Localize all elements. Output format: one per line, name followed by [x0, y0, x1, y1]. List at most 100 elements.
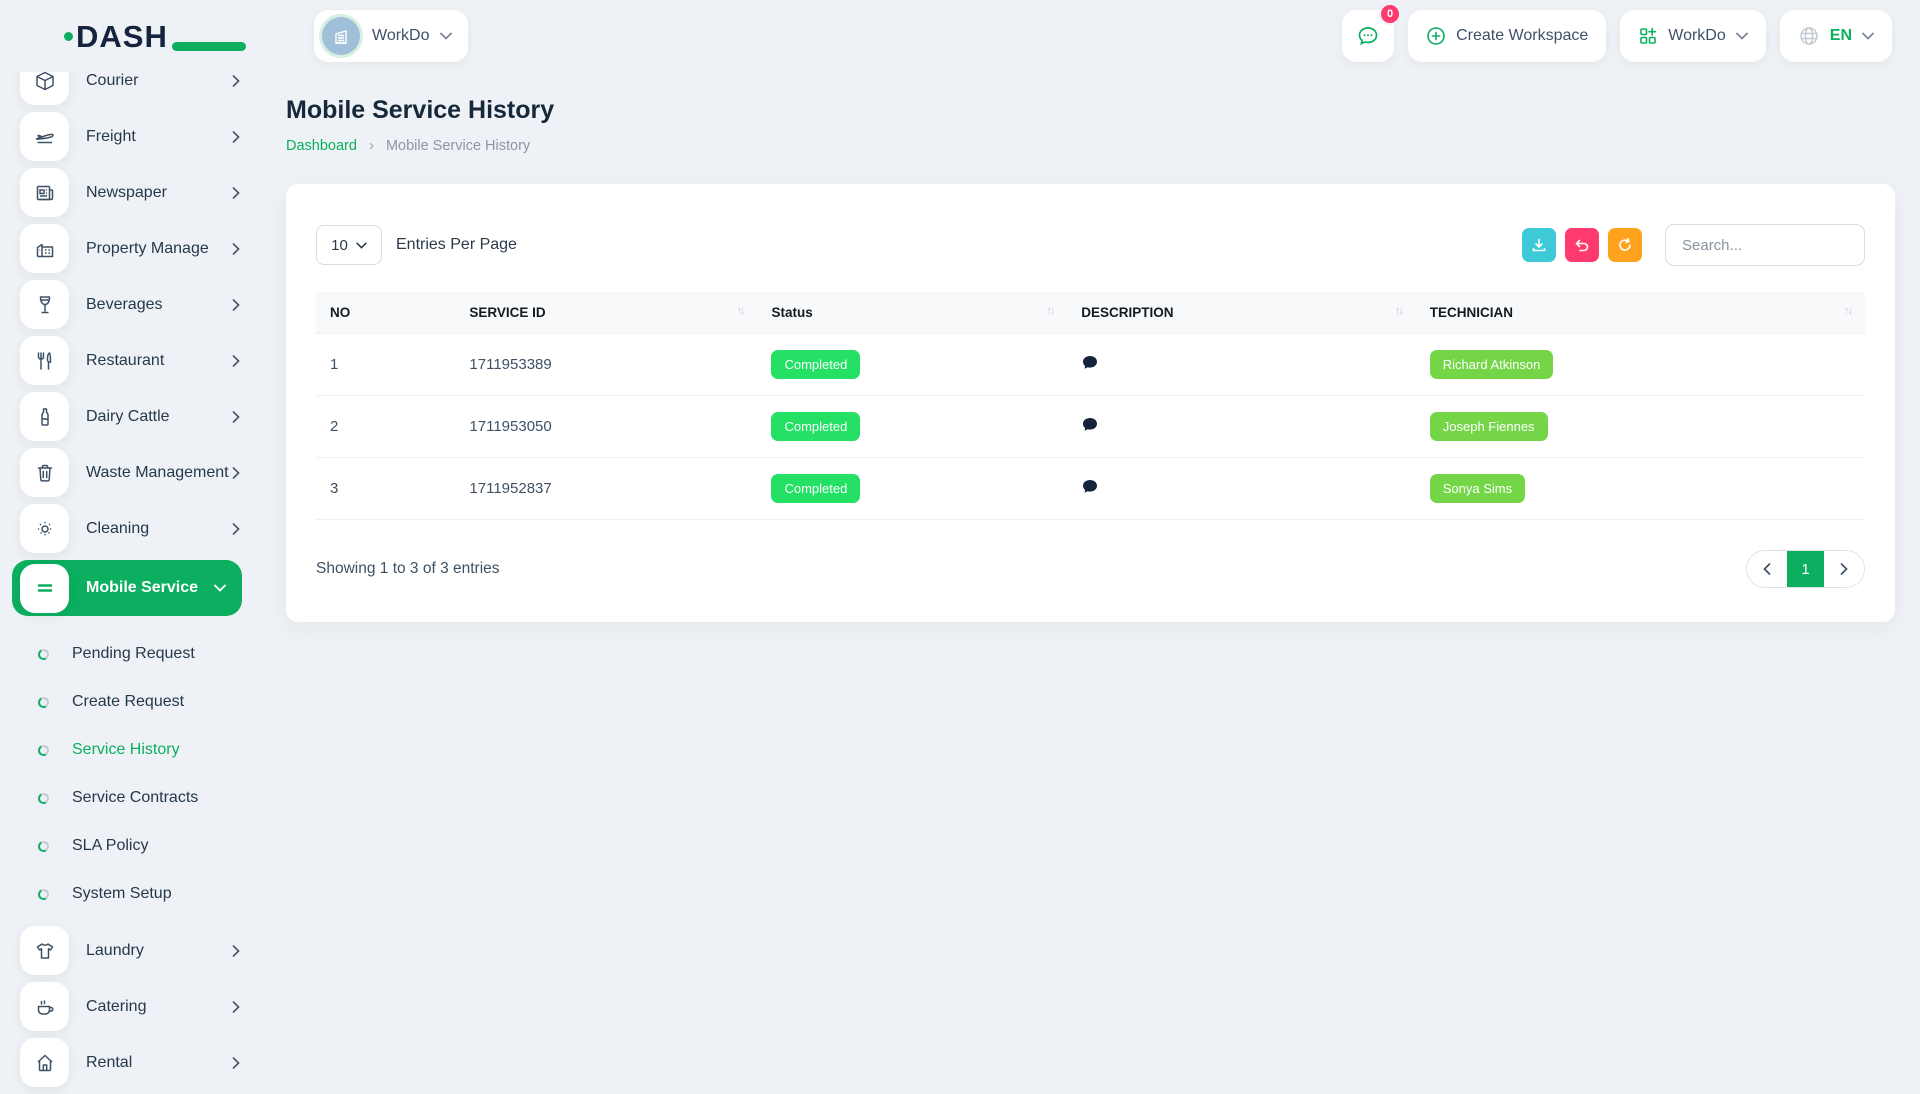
cell-no: 1 [316, 334, 455, 396]
plane-icon [20, 112, 69, 161]
column-header-service-id[interactable]: ↑↓SERVICE ID [455, 292, 757, 334]
logo-bar-icon [172, 42, 246, 51]
reset-button[interactable] [1565, 228, 1599, 262]
technician-badge: Sonya Sims [1430, 474, 1525, 503]
table-row: 1 1711953389 Completed Richard Atkinson [316, 334, 1865, 396]
entries-per-page-select[interactable]: 10 [316, 225, 382, 265]
sidebar-item-label: Mobile Service [86, 579, 198, 597]
chevron-right-icon [232, 243, 240, 255]
sidebar-item-mobile-service[interactable]: Mobile Service [12, 560, 242, 616]
table-footer: Showing 1 to 3 of 3 entries 1 [316, 550, 1865, 588]
chevron-right-icon [232, 131, 240, 143]
chevron-left-icon [1763, 563, 1771, 575]
bullet-icon [37, 647, 50, 660]
next-page-button[interactable] [1824, 551, 1864, 587]
create-workspace-button[interactable]: Create Workspace [1408, 10, 1606, 62]
sidebar-item-freight[interactable]: Freight [20, 112, 256, 161]
submenu-item-system-setup[interactable]: System Setup [20, 870, 256, 918]
app-switcher-label: WorkDo [1668, 27, 1726, 45]
technician-badge: Richard Atkinson [1430, 350, 1554, 379]
search-input[interactable] [1665, 224, 1865, 266]
sparkle-icon [20, 504, 69, 553]
main-content: Mobile Service History Dashboard › Mobil… [286, 72, 1895, 622]
table-actions [1522, 224, 1865, 266]
logo-text: DASH [76, 21, 168, 52]
description-chat-icon[interactable] [1081, 478, 1099, 496]
mobile-service-submenu: Pending Request Create Request Service H… [20, 624, 256, 926]
submenu-item-label: System Setup [72, 885, 172, 903]
cell-status: Completed [757, 334, 1067, 396]
sidebar-item-laundry[interactable]: Laundry [20, 926, 256, 975]
service-history-card: 10 Entries Per Page NO [286, 184, 1895, 622]
service-history-table: NO ↑↓SERVICE ID ↑↓Status ↑↓DESCRIPTION ↑… [316, 292, 1865, 520]
sidebar-item-label: Laundry [86, 942, 144, 960]
sidebar-item-waste-management[interactable]: Waste Management [20, 448, 256, 497]
chat-bubble-icon [1356, 24, 1380, 48]
menu-bars-icon [20, 564, 69, 613]
export-button[interactable] [1522, 228, 1556, 262]
submenu-item-label: SLA Policy [72, 837, 148, 855]
cell-technician: Sonya Sims [1416, 458, 1865, 520]
sort-icon[interactable]: ↑↓ [1395, 305, 1402, 317]
sidebar-item-cleaning[interactable]: Cleaning [20, 504, 256, 553]
sort-icon[interactable]: ↑↓ [736, 305, 743, 317]
workspace-selector[interactable]: WorkDo [314, 10, 468, 62]
column-header-status[interactable]: ↑↓Status [757, 292, 1067, 334]
table-controls: 10 Entries Per Page [316, 224, 1865, 266]
chevron-right-icon [1840, 563, 1848, 575]
entries-per-page-label: Entries Per Page [396, 236, 517, 254]
cell-status: Completed [757, 396, 1067, 458]
sidebar-item-dairy-cattle[interactable]: Dairy Cattle [20, 392, 256, 441]
app-switcher[interactable]: WorkDo [1620, 10, 1766, 62]
sort-icon[interactable]: ↑↓ [1844, 305, 1851, 317]
submenu-item-pending-request[interactable]: Pending Request [20, 630, 256, 678]
description-chat-icon[interactable] [1081, 354, 1099, 372]
sidebar-item-beverages[interactable]: Beverages [20, 280, 256, 329]
messages-button[interactable]: 0 [1342, 10, 1394, 62]
sidebar-item-restaurant[interactable]: Restaurant [20, 336, 256, 385]
column-header-description[interactable]: ↑↓DESCRIPTION [1067, 292, 1416, 334]
submenu-item-sla-policy[interactable]: SLA Policy [20, 822, 256, 870]
submenu-item-label: Service Contracts [72, 789, 198, 807]
milk-bottle-icon [20, 392, 69, 441]
cell-description [1067, 334, 1416, 396]
topbar-actions: 0 Create Workspace WorkDo [1342, 10, 1892, 62]
sidebar-item-property-manage[interactable]: Property Manage [20, 224, 256, 273]
submenu-item-create-request[interactable]: Create Request [20, 678, 256, 726]
submenu-item-service-contracts[interactable]: Service Contracts [20, 774, 256, 822]
page-number-active[interactable]: 1 [1787, 551, 1824, 587]
language-selector[interactable]: EN [1780, 10, 1892, 62]
entries-summary: Showing 1 to 3 of 3 entries [316, 560, 500, 578]
refresh-button[interactable] [1608, 228, 1642, 262]
sidebar-item-label: Freight [86, 128, 136, 146]
breadcrumb-dashboard-link[interactable]: Dashboard [286, 138, 357, 154]
trash-icon [20, 448, 69, 497]
previous-page-button[interactable] [1747, 551, 1787, 587]
sidebar-item-catering[interactable]: Catering [20, 982, 256, 1031]
column-header-no: NO [316, 292, 455, 334]
plus-circle-icon [1426, 26, 1446, 46]
cell-status: Completed [757, 458, 1067, 520]
column-header-technician[interactable]: ↑↓TECHNICIAN [1416, 292, 1865, 334]
bullet-icon [37, 839, 50, 852]
refresh-icon [1617, 237, 1633, 253]
sort-icon[interactable]: ↑↓ [1046, 305, 1053, 317]
chevron-right-icon [232, 1057, 240, 1069]
wine-glass-icon [20, 280, 69, 329]
bullet-icon [37, 887, 50, 900]
building-icon [331, 26, 351, 46]
cell-no: 3 [316, 458, 455, 520]
submenu-item-label: Service History [72, 741, 180, 759]
workspace-name: WorkDo [372, 27, 430, 45]
description-chat-icon[interactable] [1081, 416, 1099, 434]
chevron-right-icon [232, 299, 240, 311]
table-row: 2 1711953050 Completed Joseph Fiennes [316, 396, 1865, 458]
app-logo[interactable]: DASH [64, 21, 194, 52]
cell-service-id: 1711953050 [455, 396, 757, 458]
sidebar-item-label: Catering [86, 998, 146, 1016]
coffee-icon [20, 982, 69, 1031]
cell-technician: Joseph Fiennes [1416, 396, 1865, 458]
chevron-right-icon [232, 1001, 240, 1013]
sidebar-item-newspaper[interactable]: Newspaper [20, 168, 256, 217]
submenu-item-service-history[interactable]: Service History [20, 726, 256, 774]
